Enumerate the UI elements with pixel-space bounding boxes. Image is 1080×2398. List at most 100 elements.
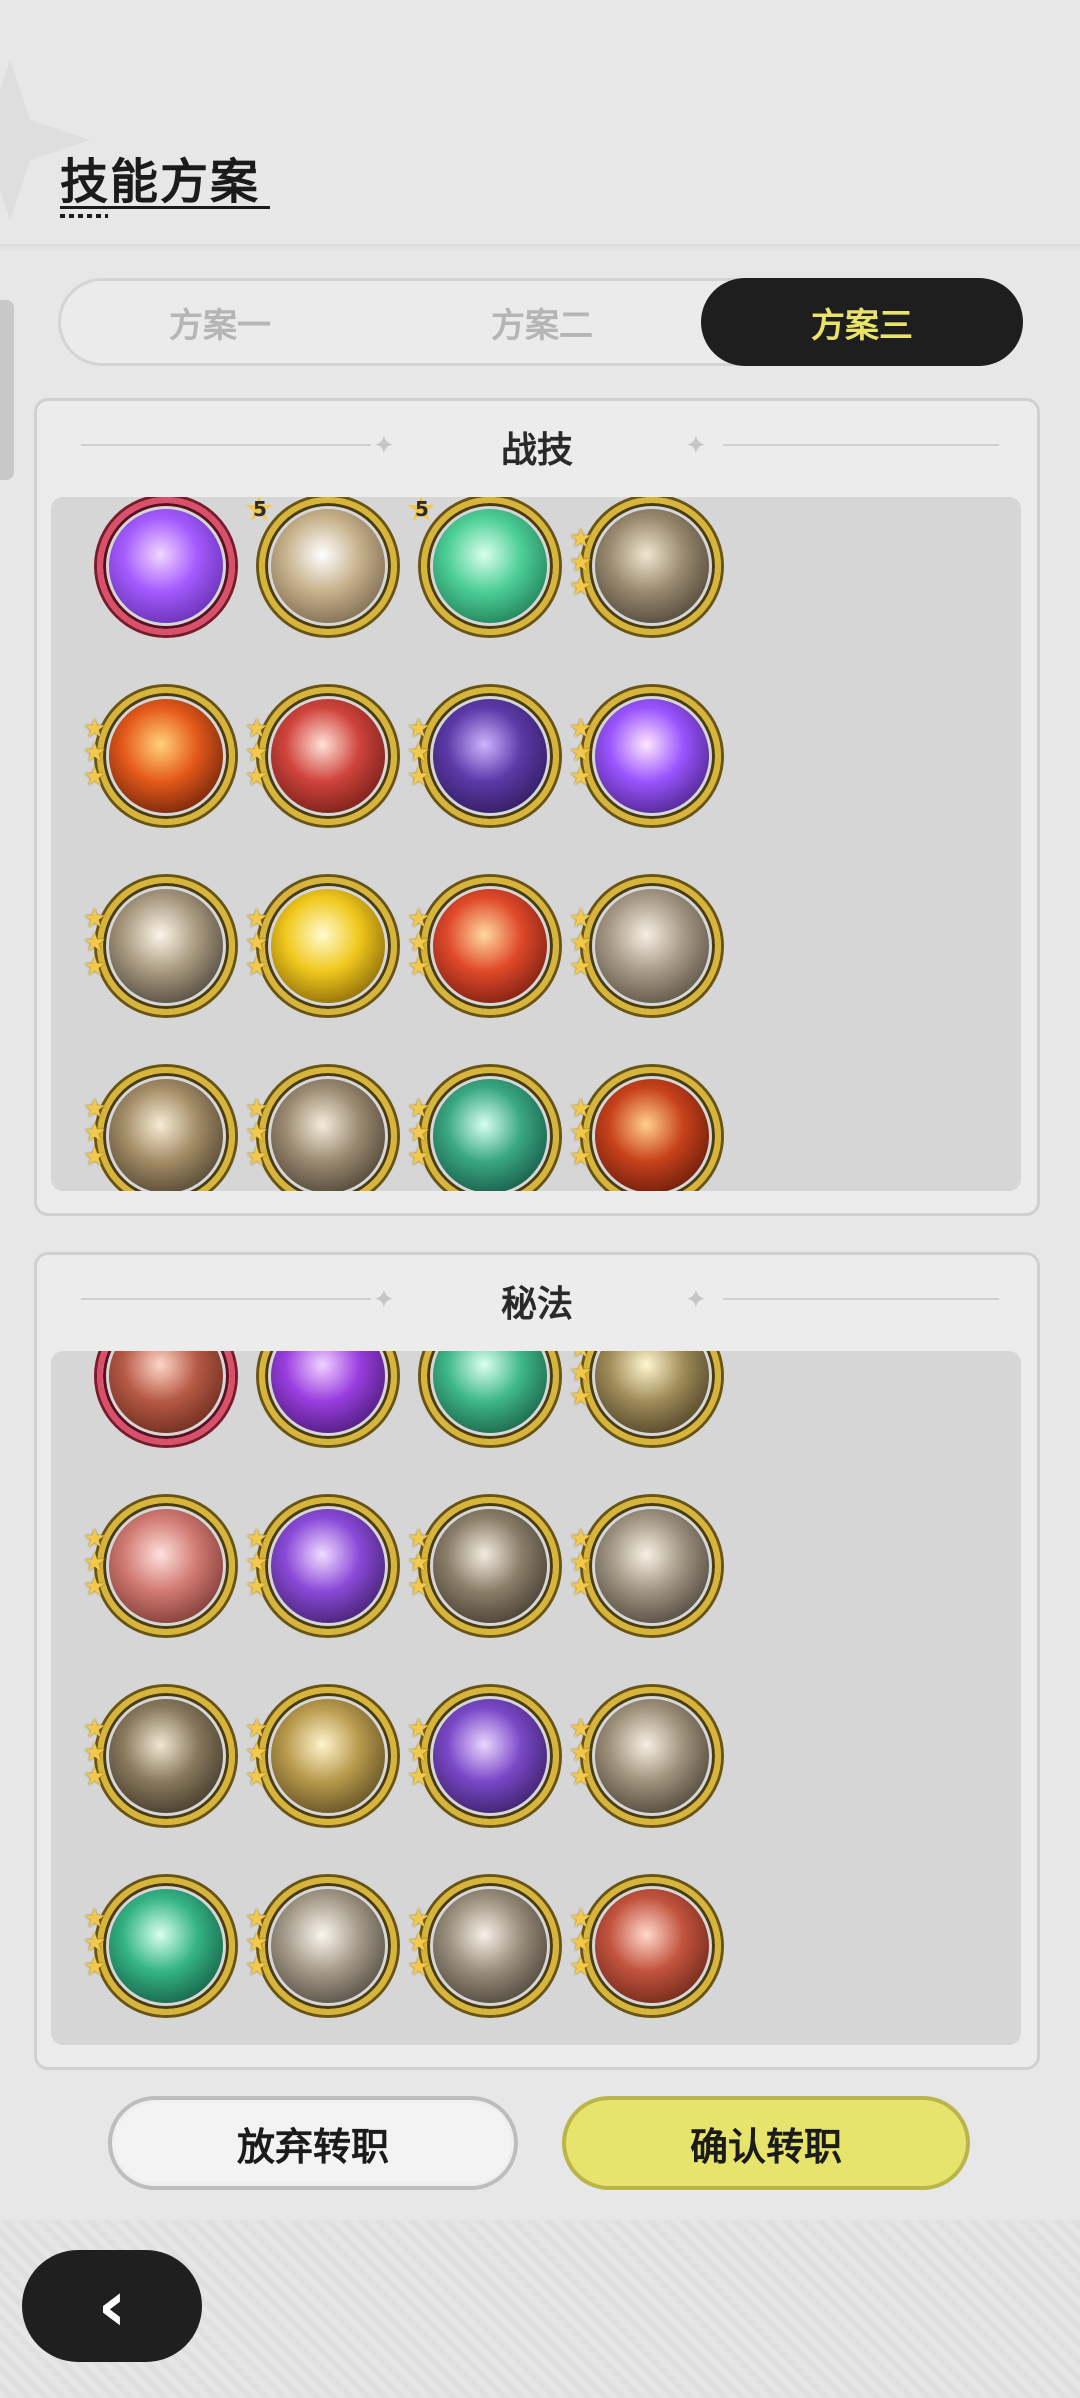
blade-slash-icon[interactable]: ★ ★ ★ <box>83 1067 235 1191</box>
violet-flame-icon[interactable]: ★5 <box>259 1351 397 1445</box>
star-rating: ★★★ <box>569 1716 599 1792</box>
skill-art <box>433 1351 547 1433</box>
triple-dash-icon[interactable]: ★ ★ ★ <box>569 877 721 1015</box>
section-title: 战技 <box>500 430 573 471</box>
skill-frame <box>259 1351 397 1445</box>
sparkle-icon: ✦ <box>685 1285 707 1315</box>
skill-art <box>595 1079 709 1191</box>
spirit-figure-icon[interactable]: ★ ★ ★ <box>245 1497 397 1635</box>
star-icon: ★ <box>569 1572 593 1602</box>
star-icon: ★ <box>245 1952 269 1982</box>
golden-shield-icon[interactable]: ★ ★ ★ <box>245 877 397 1015</box>
healing-circle-icon[interactable]: ★5 <box>421 1351 559 1445</box>
skill-frame <box>583 1067 721 1191</box>
star-rating: ★★★ <box>407 1906 437 1982</box>
tab-plan-2[interactable]: 方案二 <box>383 281 701 363</box>
emerald-blade-icon[interactable]: ★ ★ ★ <box>83 1877 235 2015</box>
skill-art <box>595 699 709 813</box>
skill-frame <box>583 687 721 825</box>
steel-dagger-icon[interactable]: ★ ★ ★ <box>245 1877 397 2015</box>
flame-emblem-icon[interactable]: ★ ★ ★ <box>407 877 559 1015</box>
maple-leaf-icon[interactable]: ★ ★ ★ <box>569 1497 721 1635</box>
arcane-comet-icon[interactable]: ★ ★ ★ <box>569 687 721 825</box>
star-rating: ★★★ <box>245 906 275 980</box>
rank-number: 5 <box>415 497 429 521</box>
skill-frame <box>97 687 235 825</box>
star-rating: ★★★ <box>569 526 599 602</box>
arcane-skill-grid[interactable]: ★5★5★★★★★★★★★★★★★★★★★★★★★★★★★★★★★★★★★★★★… <box>51 1351 1021 2045</box>
tab-plan-3[interactable]: 方案三 <box>701 278 1023 366</box>
page-title: 技能方案 <box>60 154 261 210</box>
tab-plan-1[interactable]: 方案一 <box>61 281 379 363</box>
star-icon: ★ <box>407 1572 431 1602</box>
skill-art <box>595 1889 709 2003</box>
crossed-blades-icon[interactable]: ★ ★ ★ <box>83 1687 235 1825</box>
title-underline <box>60 206 270 209</box>
skill-frame <box>259 1067 397 1191</box>
star-icon: ★ <box>407 1952 431 1982</box>
chevron-left-icon: ‹ <box>97 2265 127 2347</box>
star-icon: ★ <box>407 1762 431 1792</box>
purple-wolf-icon[interactable]: ★ ★ ★ <box>407 1687 559 1825</box>
side-drawer-handle[interactable] <box>0 300 14 480</box>
warrior-rage-icon[interactable]: ★ ★ ★ <box>245 687 397 825</box>
skill-frame <box>97 1497 235 1635</box>
wind-hand-icon[interactable]: ★ 5 <box>243 497 397 635</box>
skill-frame <box>259 687 397 825</box>
star-icon: ★ <box>407 762 431 792</box>
spike-burst-icon[interactable]: ★ ★ ★ <box>83 877 235 1015</box>
star-icon: ★ <box>83 1952 107 1982</box>
skill-frame <box>421 1687 559 1825</box>
skill-frame <box>421 1067 559 1191</box>
skill-art <box>109 889 223 1003</box>
star-rating: ★★★ <box>245 1906 275 1982</box>
inferno-icon[interactable]: ★ ★ ★ <box>569 1067 721 1191</box>
back-button[interactable]: ‹ <box>22 2250 202 2362</box>
rising-sword-icon[interactable]: ★ ★ ★ <box>569 1687 721 1825</box>
skill-art <box>271 889 385 1003</box>
star-icon: ★ <box>569 1762 593 1792</box>
blood-sword-icon[interactable]: ★ ★ ★ <box>83 1497 235 1635</box>
shadow-beast-icon[interactable]: ★ ★ ★ <box>407 687 559 825</box>
crimson-gear-icon[interactable] <box>97 1351 235 1445</box>
skill-frame <box>259 877 397 1015</box>
star-rating: ★★★ <box>407 1096 437 1172</box>
purple-heart-icon[interactable] <box>97 497 235 635</box>
star-rating: ★★★ <box>245 1716 275 1790</box>
skill-art <box>433 1889 547 2003</box>
golden-vortex-icon[interactable]: ★ ★ ★ <box>245 1687 397 1825</box>
skill-frame <box>583 1351 721 1445</box>
skill-art <box>271 699 385 813</box>
sword-strike-icon[interactable]: ★ ★ ★ <box>245 1067 397 1191</box>
star-rating: ★★★ <box>83 1906 113 1982</box>
confirm-job-change-button[interactable]: 确认转职 <box>562 2096 970 2190</box>
combat-skill-grid[interactable]: ★ 5 ★ 5 ★ ★ ★ ★ ★ ★ ★ ★ ★ ★ ★ ★ ★ ★ ★ ★ ★ ★ ★ ★ ★ ★ ★ ★ ★ ★ ★ ★ ★ ★ ★ ★ ★ ★ ★ ★… <box>51 497 1021 1191</box>
shield-guard-icon[interactable]: ★ ★ ★ <box>407 1497 559 1635</box>
star-icon: ★ <box>569 572 593 602</box>
skill-art <box>271 1079 385 1191</box>
divider-line <box>723 1298 999 1300</box>
skill-art <box>109 1699 223 1813</box>
star-rating: ★★★ <box>569 1526 599 1602</box>
skill-art <box>271 509 385 623</box>
skill-art <box>595 1509 709 1623</box>
skill-frame <box>259 1687 397 1825</box>
star-icon: ★ <box>407 1142 431 1172</box>
rank-number: 5 <box>253 497 267 521</box>
fire-swirl-icon[interactable]: ★ ★ ★ <box>83 687 235 825</box>
star-rating: ★★★ <box>407 906 437 980</box>
green-arrows-up-icon[interactable]: ★ 5 <box>405 497 559 635</box>
red-crystal-icon[interactable]: ★ ★ ★ <box>569 1877 721 2015</box>
all-seeing-eye-icon[interactable]: ★★★ <box>569 1351 721 1445</box>
jade-sword-icon[interactable]: ★ ★ ★ <box>407 1067 559 1191</box>
star-icon: ★ <box>83 952 107 982</box>
star-rating: ★★★ <box>569 716 599 790</box>
skill-frame <box>583 497 721 635</box>
star-rating: ★★★ <box>245 716 275 790</box>
star-icon: ★ <box>245 1142 269 1172</box>
whirlwind-icon[interactable]: ★ ★ ★ <box>569 497 721 635</box>
arcane-skills-panel: ✦ 秘法 ✦ ★5★5★★★★★★★★★★★★★★★★★★★★★★★★★★★★★… <box>34 1252 1040 2070</box>
star-rating: ★★★ <box>569 906 599 980</box>
abandon-job-change-button[interactable]: 放弃转职 <box>108 2096 518 2190</box>
sword-emblem-icon[interactable]: ★ ★ ★ <box>407 1877 559 2015</box>
